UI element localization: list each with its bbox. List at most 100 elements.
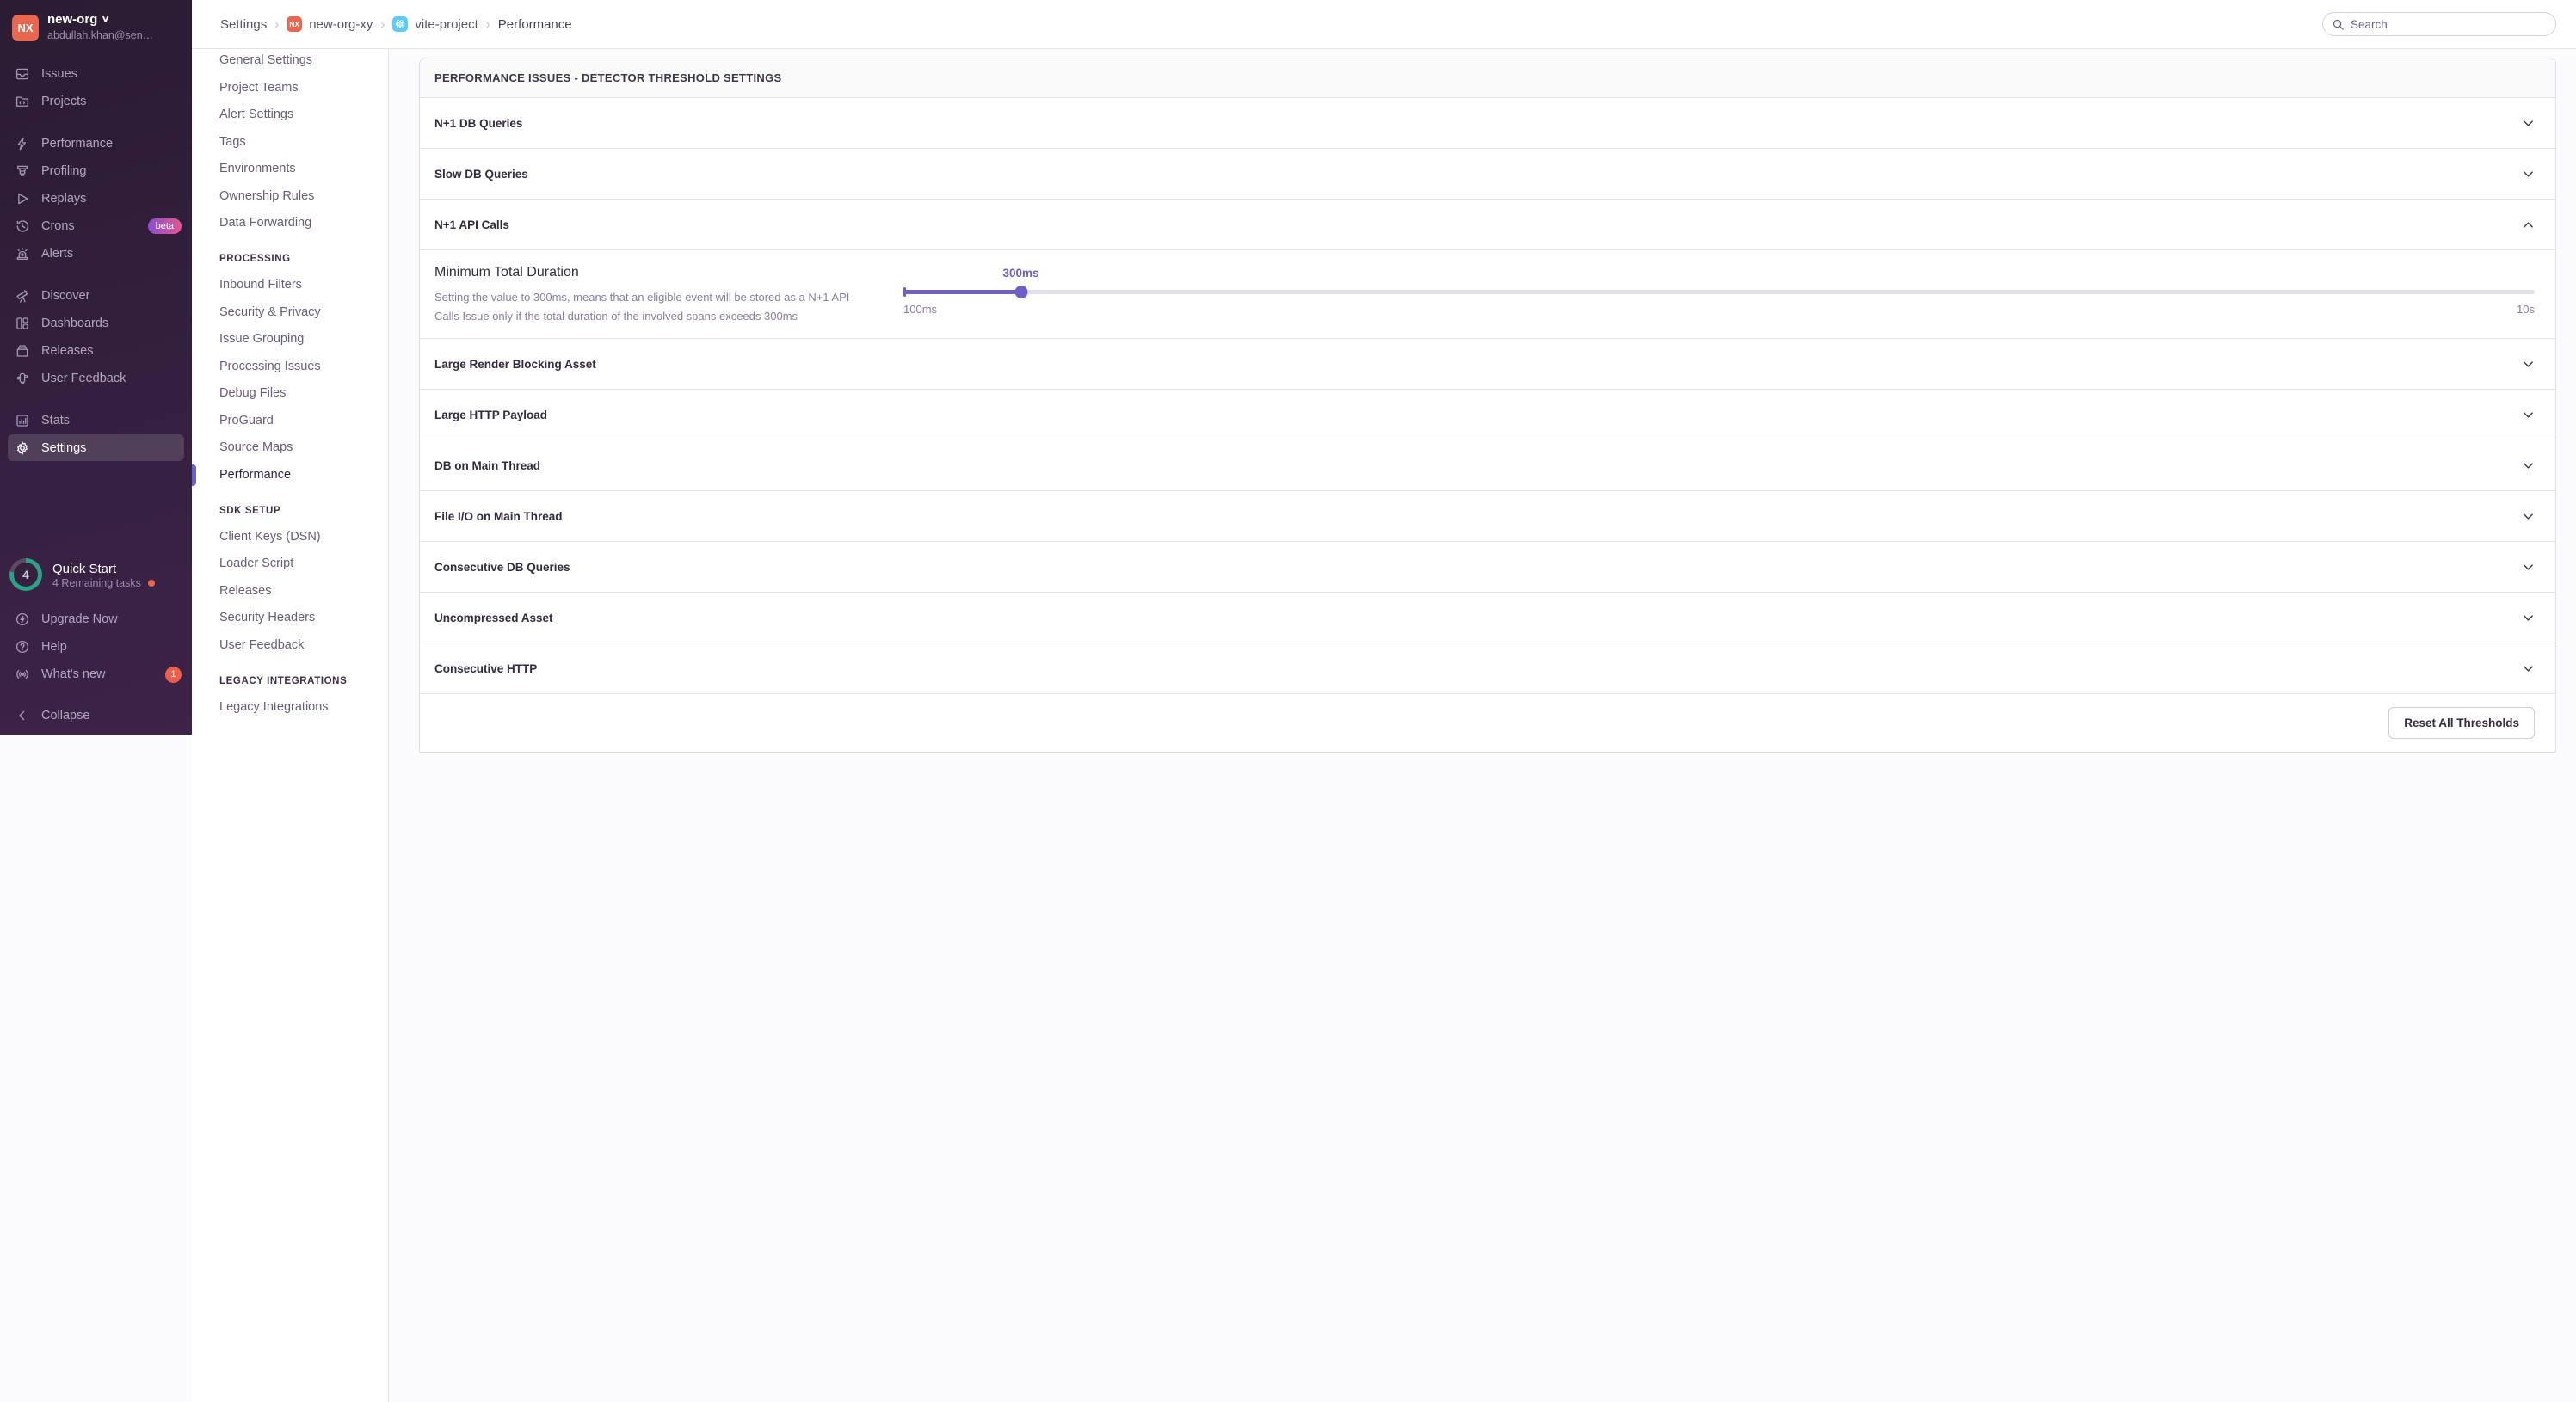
- subnav-item-source-maps[interactable]: Source Maps: [219, 440, 388, 456]
- chevron-right-icon: ›: [274, 16, 280, 32]
- slider-track[interactable]: [903, 290, 2535, 294]
- org-user-email: abdullah.khan@sen…: [47, 29, 154, 41]
- chevron-down-icon: [2522, 510, 2535, 523]
- subnav-item-loader-script[interactable]: Loader Script: [219, 556, 388, 572]
- reset-all-thresholds-button[interactable]: Reset All Thresholds: [2388, 707, 2535, 739]
- sidebar-item-projects[interactable]: Projects: [0, 88, 192, 115]
- detector-row-large-http-payload[interactable]: Large HTTP Payload: [420, 390, 2555, 440]
- subnav-item-issue-grouping[interactable]: Issue Grouping: [219, 331, 388, 347]
- sidebar-item-releases[interactable]: Releases: [0, 337, 192, 365]
- search-box[interactable]: [2322, 12, 2556, 36]
- slider-min-label: 100ms: [903, 303, 938, 316]
- sidebar-item-profiling[interactable]: Profiling: [0, 157, 192, 185]
- subnav-item-inbound-filters[interactable]: Inbound Filters: [219, 277, 388, 293]
- upgrade-icon: [14, 612, 30, 628]
- subnav-section-sdk-setup: SDK SETUP: [219, 505, 281, 516]
- panel-header: PERFORMANCE ISSUES - DETECTOR THRESHOLD …: [420, 58, 2555, 98]
- chevron-up-icon: [2522, 218, 2535, 231]
- react-project-icon: [392, 16, 409, 32]
- quick-start-progress-ring: 4: [9, 558, 42, 591]
- nx-org-icon: NX: [287, 16, 303, 32]
- beta-badge: beta: [147, 218, 182, 234]
- org-avatar: NX: [12, 14, 39, 41]
- sidebar-item-quick-start[interactable]: 4 Quick Start 4 Remaining tasks: [0, 552, 192, 597]
- detector-row-n1-api-calls[interactable]: N+1 API Calls: [420, 200, 2555, 250]
- subnav-item-ownership-rules[interactable]: Ownership Rules: [219, 188, 388, 205]
- archive-icon: [14, 343, 30, 360]
- detector-row-consecutive-http[interactable]: Consecutive HTTP: [420, 643, 2555, 694]
- subnav-section-processing: PROCESSING: [219, 254, 291, 264]
- sidebar-item-issues[interactable]: Issues: [0, 60, 192, 88]
- org-switcher[interactable]: NX new-org ∨ abdullah.khan@sen…: [0, 0, 192, 52]
- subnav-section-legacy-integrations: LEGACY INTEGRATIONS: [219, 675, 348, 686]
- subnav-item-alert-settings[interactable]: Alert Settings: [219, 107, 388, 123]
- subnav-item-processing-issues[interactable]: Processing Issues: [219, 359, 388, 375]
- chevron-left-icon: [14, 708, 30, 724]
- breadcrumb-organization[interactable]: NX new-org-xy: [287, 16, 373, 32]
- sidebar-item-whats-new[interactable]: What's new 1: [0, 661, 192, 688]
- sidebar-item-replays[interactable]: Replays: [0, 185, 192, 212]
- sidebar-item-discover[interactable]: Discover: [0, 282, 192, 310]
- breadcrumb-project[interactable]: vite-project: [392, 16, 478, 32]
- sidebar-item-alerts[interactable]: Alerts: [0, 240, 192, 267]
- subnav-item-client-keys[interactable]: Client Keys (DSN): [219, 529, 388, 545]
- threshold-description: Setting the value to 300ms, means that a…: [434, 291, 850, 323]
- chevron-down-icon: ∨: [101, 15, 111, 24]
- sidebar-item-settings[interactable]: Settings: [8, 434, 184, 461]
- detector-row-uncompressed-asset[interactable]: Uncompressed Asset: [420, 593, 2555, 643]
- breadcrumb-settings[interactable]: Settings: [220, 17, 267, 32]
- subnav-item-security-headers[interactable]: Security Headers: [219, 610, 388, 626]
- detector-row-db-on-main-thread[interactable]: DB on Main Thread: [420, 440, 2555, 491]
- threshold-title: Minimum Total Duration: [434, 265, 579, 280]
- subnav-item-general-settings[interactable]: General Settings: [219, 52, 388, 69]
- chevron-down-icon: [2522, 662, 2535, 675]
- detector-row-large-render-blocking-asset[interactable]: Large Render Blocking Asset: [420, 339, 2555, 390]
- detector-threshold-panel: PERFORMANCE ISSUES - DETECTOR THRESHOLD …: [419, 58, 2556, 753]
- sidebar-item-upgrade-now[interactable]: Upgrade Now: [0, 606, 192, 633]
- subnav-item-tags[interactable]: Tags: [219, 134, 388, 151]
- subnav-item-user-feedback[interactable]: User Feedback: [219, 637, 388, 654]
- detector-row-file-io-on-main-thread[interactable]: File I/O on Main Thread: [420, 491, 2555, 542]
- detector-row-consecutive-db-queries[interactable]: Consecutive DB Queries: [420, 542, 2555, 593]
- sidebar-item-stats[interactable]: Stats: [0, 407, 192, 434]
- issues-icon: [14, 66, 30, 83]
- sidebar-collapse-button[interactable]: Collapse: [0, 702, 192, 729]
- chevron-down-icon: [2522, 561, 2535, 574]
- subnav-item-proguard[interactable]: ProGuard: [219, 413, 388, 429]
- dashboards-icon: [14, 316, 30, 332]
- search-input[interactable]: [2351, 17, 2547, 31]
- breadcrumb: Settings › NX new-org-xy › vite-project …: [220, 16, 572, 32]
- subnav-item-environments[interactable]: Environments: [219, 161, 388, 177]
- sidebar-item-dashboards[interactable]: Dashboards: [0, 310, 192, 337]
- subnav-item-security-privacy[interactable]: Security & Privacy: [219, 304, 388, 321]
- bar-chart-icon: [14, 413, 30, 429]
- subnav-item-data-forwarding[interactable]: Data Forwarding: [219, 215, 388, 231]
- breadcrumb-performance: Performance: [497, 16, 572, 32]
- chevron-down-icon: [2522, 117, 2535, 130]
- sidebar-item-crons[interactable]: Crons beta: [0, 212, 192, 240]
- pending-dot-icon: [147, 579, 155, 587]
- quick-start-count: 4: [14, 563, 38, 587]
- panel-footer: Reset All Thresholds: [420, 694, 2555, 752]
- subnav-item-legacy-integrations[interactable]: Legacy Integrations: [219, 699, 388, 716]
- telescope-icon: [14, 288, 30, 304]
- projects-icon: [14, 94, 30, 110]
- detector-row-slow-db-queries[interactable]: Slow DB Queries: [420, 149, 2555, 200]
- org-name: new-org: [47, 12, 98, 27]
- chevron-down-icon: [2522, 358, 2535, 371]
- profiling-icon: [14, 163, 30, 180]
- chevron-down-icon: [2522, 168, 2535, 181]
- subnav-item-debug-files[interactable]: Debug Files: [219, 385, 388, 402]
- subnav-item-project-teams[interactable]: Project Teams: [219, 80, 388, 96]
- slider-handle[interactable]: [1014, 286, 1027, 298]
- app-sidebar: NX new-org ∨ abdullah.khan@sen… Issues P…: [0, 0, 192, 735]
- sidebar-item-help[interactable]: What's new Help: [0, 633, 192, 661]
- chevron-down-icon: [2522, 459, 2535, 472]
- detector-row-n1-db-queries[interactable]: N+1 DB Queries: [420, 98, 2555, 149]
- sidebar-item-performance[interactable]: Performance: [0, 130, 192, 157]
- whats-new-badge: 1: [165, 666, 182, 683]
- subnav-item-performance[interactable]: Performance: [192, 464, 388, 486]
- sidebar-item-user-feedback[interactable]: User Feedback: [0, 365, 192, 392]
- subnav-item-releases[interactable]: Releases: [219, 583, 388, 600]
- slider-max-label: 10s: [2517, 303, 2535, 316]
